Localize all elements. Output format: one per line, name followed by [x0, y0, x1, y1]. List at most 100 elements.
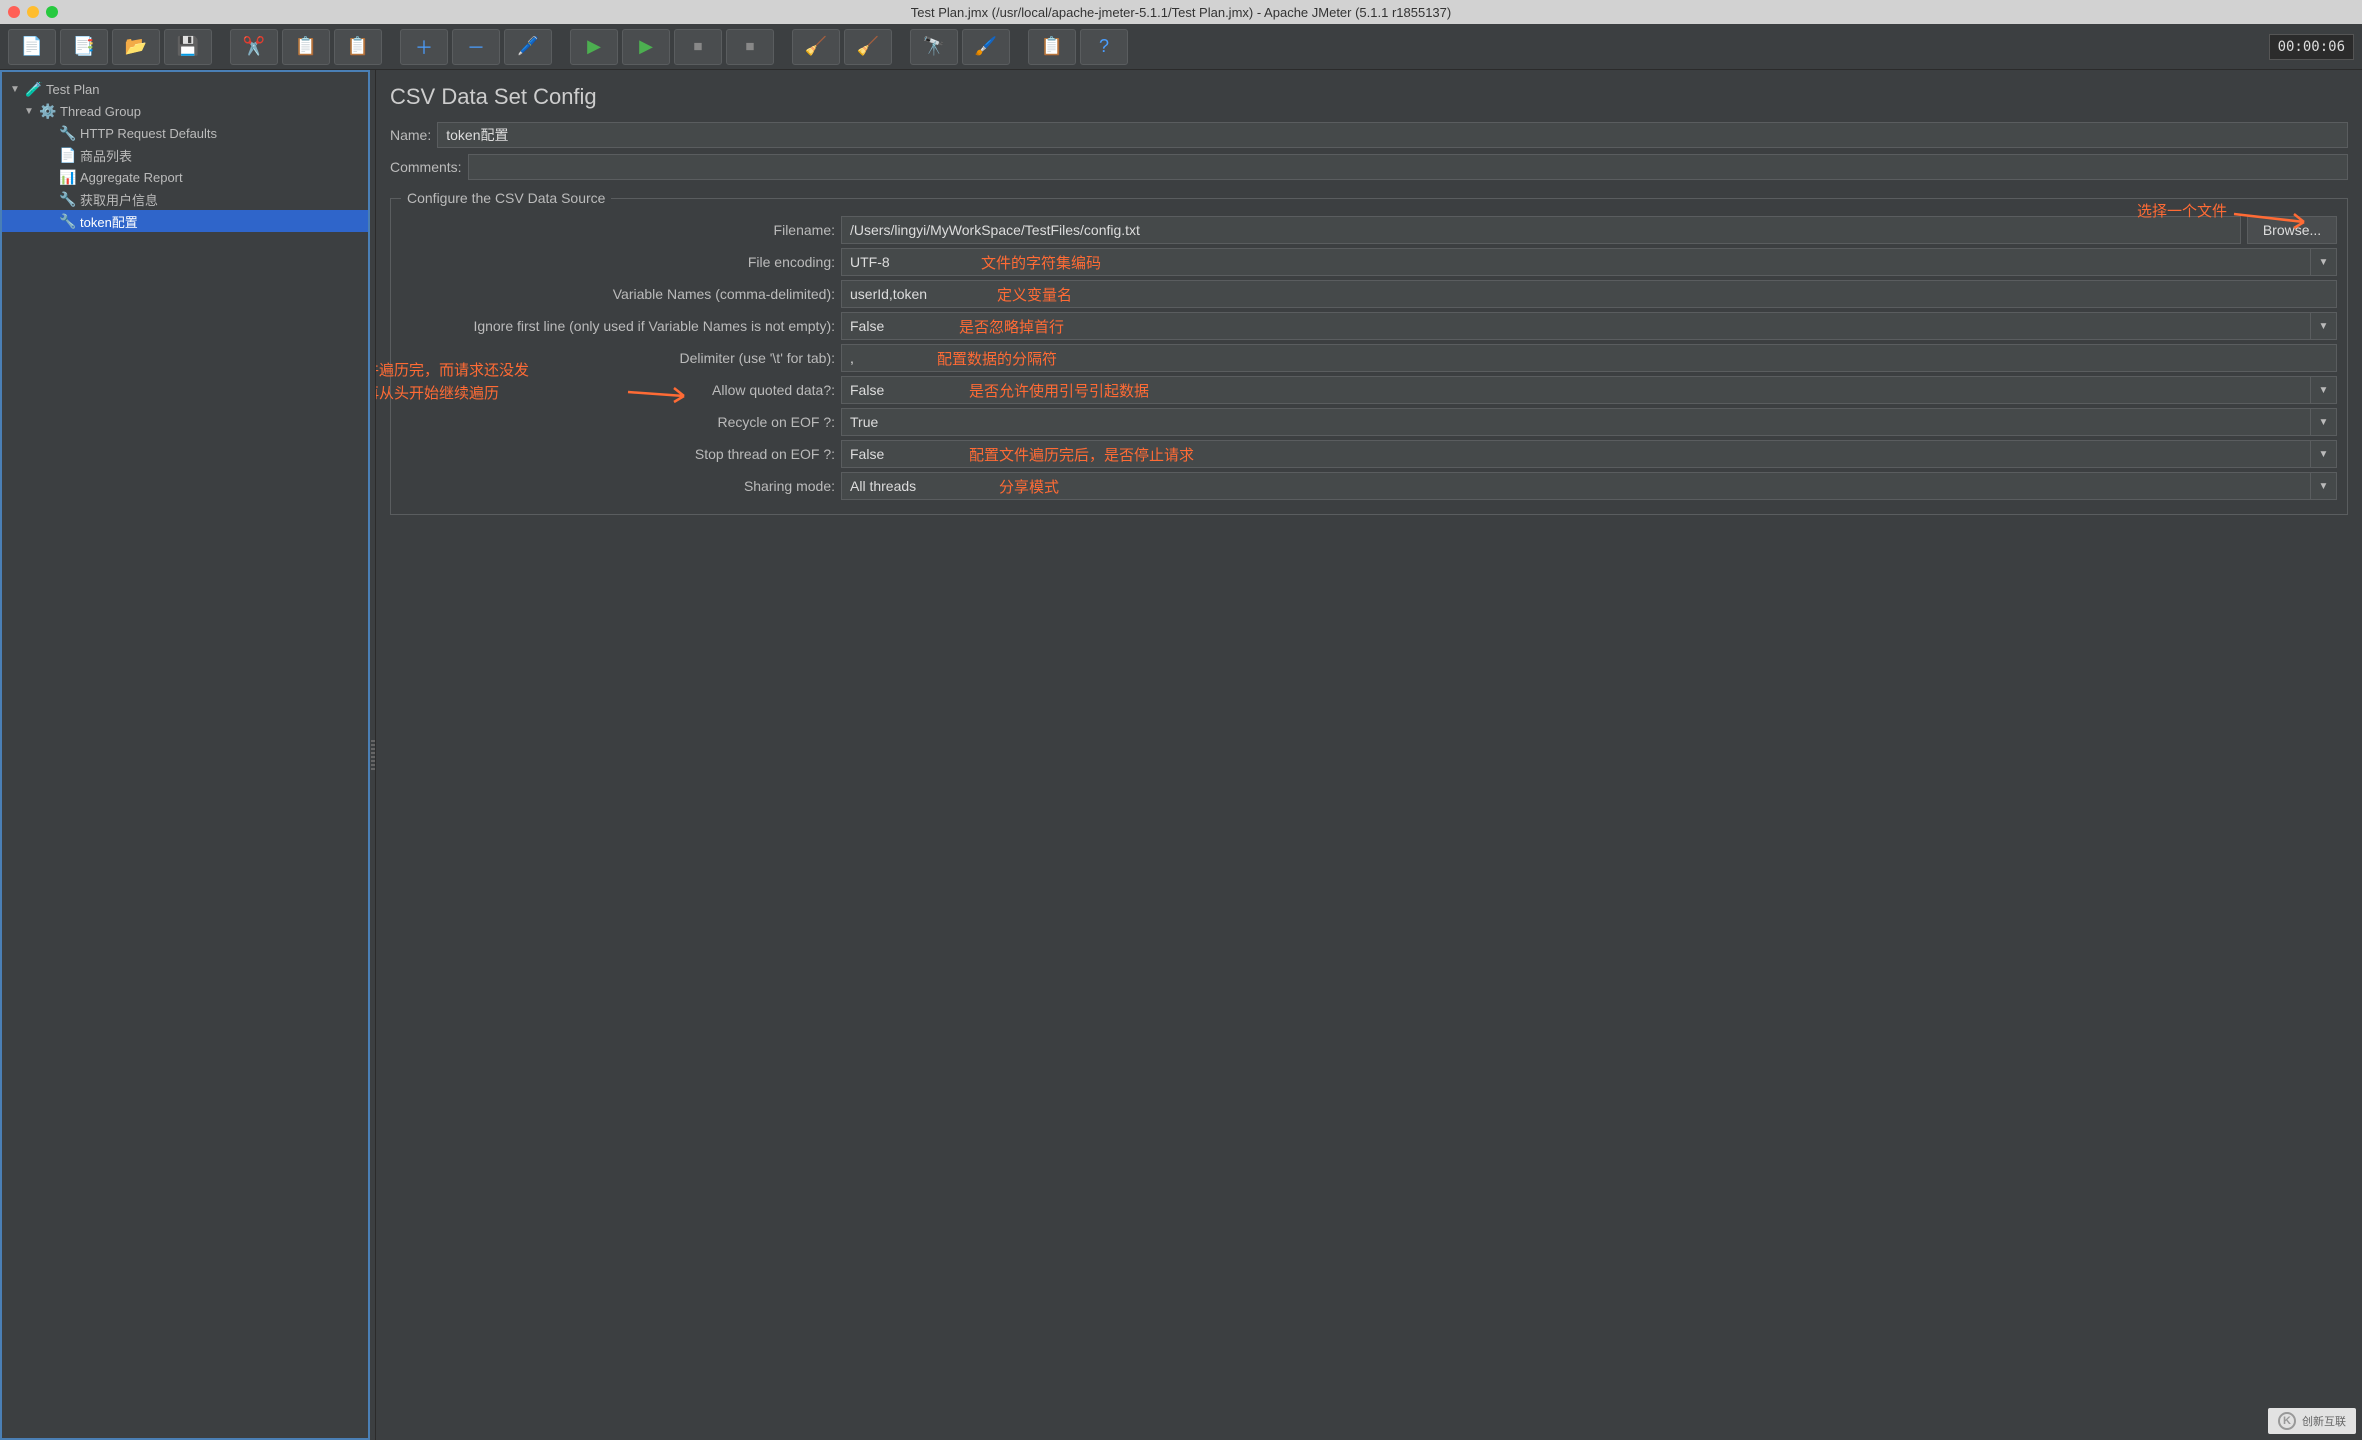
clear-all-button[interactable]: 🧹 — [844, 29, 892, 65]
cut-button[interactable]: ✂️ — [230, 29, 278, 65]
sharing-dropdown[interactable]: ▼ — [2311, 472, 2337, 500]
delimiter-input[interactable] — [841, 344, 2337, 372]
collapse-button[interactable]: － — [452, 29, 500, 65]
stop-button[interactable]: ⏹ — [674, 29, 722, 65]
start-button[interactable]: ▶ — [570, 29, 618, 65]
chevron-down-icon: ▼ — [2319, 481, 2329, 492]
recycle-dropdown[interactable]: ▼ — [2311, 408, 2337, 436]
filename-input[interactable] — [841, 216, 2241, 244]
chevron-down-icon: ▼ — [2319, 417, 2329, 428]
name-label: Name: — [390, 127, 431, 143]
sharing-input[interactable] — [841, 472, 2311, 500]
search-button[interactable]: 🔭 — [910, 29, 958, 65]
play-icon: ▶ — [587, 36, 601, 57]
broom-all-icon: 🧹 — [857, 36, 879, 57]
chevron-down-icon: ▼ — [2319, 321, 2329, 332]
recycle-input[interactable] — [841, 408, 2311, 436]
new-button[interactable]: 📄 — [8, 29, 56, 65]
function-helper-button[interactable]: 📋 — [1028, 29, 1076, 65]
tree-item-0[interactable]: ▼🧪Test Plan — [2, 78, 368, 100]
comments-input[interactable] — [468, 154, 2348, 180]
ignore-input[interactable] — [841, 312, 2311, 340]
varnames-label: Variable Names (comma-delimited): — [401, 286, 841, 302]
watermark-text: 创新互联 — [2302, 1413, 2346, 1429]
varnames-input[interactable] — [841, 280, 2337, 308]
reset-search-button[interactable]: 🖌️ — [962, 29, 1010, 65]
save-button[interactable]: 💾 — [164, 29, 212, 65]
toggle-button[interactable]: 🖊️ — [504, 29, 552, 65]
sharing-label: Sharing mode: — [401, 478, 841, 494]
tree-item-6[interactable]: 🔧token配置 — [2, 210, 368, 232]
broom-icon: 🧹 — [805, 36, 827, 57]
tree-node-icon: 🧪 — [24, 81, 44, 98]
window-title: Test Plan.jmx (/usr/local/apache-jmeter-… — [0, 5, 2362, 20]
shutdown-button[interactable]: ⏹ — [726, 29, 774, 65]
tree-label: HTTP Request Defaults — [80, 126, 217, 141]
filename-label: Filename: — [401, 222, 841, 238]
tree-label: Thread Group — [60, 104, 141, 119]
fieldset-legend: Configure the CSV Data Source — [401, 190, 611, 206]
start-no-pause-button[interactable]: ▶ — [622, 29, 670, 65]
encoding-dropdown[interactable]: ▼ — [2311, 248, 2337, 276]
close-window-button[interactable] — [8, 6, 20, 18]
tree-item-2[interactable]: 🔧HTTP Request Defaults — [2, 122, 368, 144]
help-icon: ? — [1099, 36, 1109, 57]
recycle-label: Recycle on EOF ?: — [401, 414, 841, 430]
quoted-label: Allow quoted data?: — [401, 382, 841, 398]
clipboard-icon: 📋 — [347, 36, 369, 57]
tree-item-5[interactable]: 🔧获取用户信息 — [2, 188, 368, 210]
folder-icon: 📂 — [125, 36, 147, 57]
chevron-down-icon: ▼ — [2319, 449, 2329, 460]
ignore-dropdown[interactable]: ▼ — [2311, 312, 2337, 340]
csv-fieldset: Configure the CSV Data Source 选择一个文件 Fil… — [390, 190, 2348, 515]
quoted-dropdown[interactable]: ▼ — [2311, 376, 2337, 404]
watermark-logo-icon: K — [2278, 1412, 2296, 1430]
templates-button[interactable]: 📑 — [60, 29, 108, 65]
content-panel: CSV Data Set Config Name: Comments: Conf… — [376, 70, 2362, 1440]
quoted-input[interactable] — [841, 376, 2311, 404]
wand-icon: 🖊️ — [517, 36, 539, 57]
binoculars-icon: 🔭 — [923, 36, 945, 57]
tree-node-icon: 🔧 — [58, 191, 78, 208]
name-input[interactable] — [437, 122, 2348, 148]
tree-node-icon: 📊 — [58, 169, 78, 186]
tree-item-1[interactable]: ▼⚙️Thread Group — [2, 100, 368, 122]
maximize-window-button[interactable] — [46, 6, 58, 18]
copy-icon: 📋 — [295, 36, 317, 57]
tree-label: 商品列表 — [80, 146, 132, 165]
tree-node-icon: 🔧 — [58, 125, 78, 142]
tree-node-icon: 📄 — [58, 147, 78, 164]
title-bar: Test Plan.jmx (/usr/local/apache-jmeter-… — [0, 0, 2362, 24]
tree-node-icon: 🔧 — [58, 213, 78, 230]
toolbar: 📄 📑 📂 💾 ✂️ 📋 📋 ＋ － 🖊️ ▶ ▶ ⏹ ⏹ 🧹 🧹 🔭 🖌️ 📋… — [0, 24, 2362, 70]
scissors-icon: ✂️ — [243, 36, 265, 57]
clear-button[interactable]: 🧹 — [792, 29, 840, 65]
tree-label: token配置 — [80, 212, 138, 231]
shutdown-icon: ⏹ — [746, 36, 755, 57]
copy-button[interactable]: 📋 — [282, 29, 330, 65]
tree-item-3[interactable]: 📄商品列表 — [2, 144, 368, 166]
paste-button[interactable]: 📋 — [334, 29, 382, 65]
list-icon: 📋 — [1041, 36, 1063, 57]
stop-label: Stop thread on EOF ?: — [401, 446, 841, 462]
comments-label: Comments: — [390, 159, 462, 175]
help-button[interactable]: ? — [1080, 29, 1128, 65]
watermark: K 创新互联 — [2268, 1408, 2356, 1434]
brush-icon: 🖌️ — [975, 36, 997, 57]
stop-dropdown[interactable]: ▼ — [2311, 440, 2337, 468]
traffic-lights — [8, 6, 58, 18]
open-button[interactable]: 📂 — [112, 29, 160, 65]
file-icon: 📄 — [21, 36, 43, 57]
ignore-label: Ignore first line (only used if Variable… — [401, 318, 841, 334]
expand-button[interactable]: ＋ — [400, 29, 448, 65]
tree-arrow-icon: ▼ — [10, 84, 24, 95]
encoding-input[interactable] — [841, 248, 2311, 276]
stop-input[interactable] — [841, 440, 2311, 468]
browse-button[interactable]: Browse... — [2247, 216, 2337, 244]
tree-label: Aggregate Report — [80, 170, 183, 185]
minimize-window-button[interactable] — [27, 6, 39, 18]
plus-icon: ＋ — [415, 34, 433, 60]
chevron-down-icon: ▼ — [2319, 385, 2329, 396]
play-plus-icon: ▶ — [639, 36, 653, 57]
tree-item-4[interactable]: 📊Aggregate Report — [2, 166, 368, 188]
